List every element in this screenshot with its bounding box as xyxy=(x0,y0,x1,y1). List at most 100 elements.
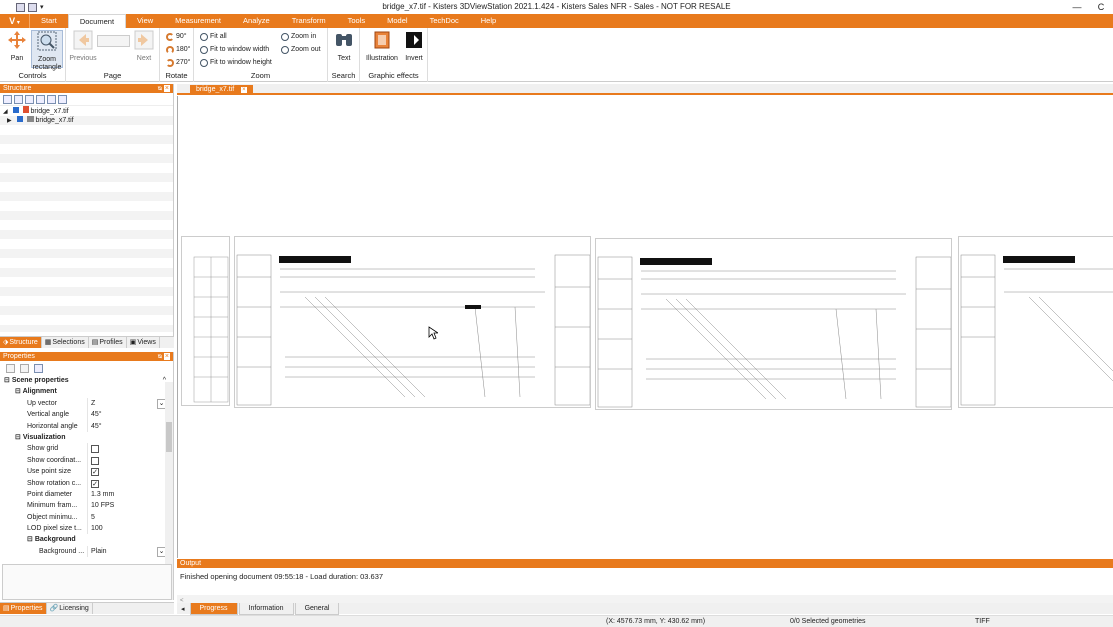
tab-licensing[interactable]: 🔗 Licensing xyxy=(47,603,93,614)
minimize-button[interactable]: — xyxy=(1065,0,1089,14)
property-object-minimum[interactable]: Object minimu... 5 xyxy=(0,511,166,524)
background-label: Background xyxy=(34,536,76,544)
tree-expand-icon[interactable]: ▶ xyxy=(7,118,12,124)
tree-item[interactable]: ◢ bridge_x7.tif xyxy=(0,106,173,116)
tab-progress[interactable]: Progress xyxy=(189,602,238,615)
fit-height-label: Fit to window height xyxy=(210,59,272,66)
property-background[interactable]: Background ... Plain ⌄ xyxy=(0,545,166,558)
collapse-icon[interactable]: ⊟ xyxy=(27,536,33,543)
object-minimum-value[interactable]: 5 xyxy=(87,511,166,524)
menu-document[interactable]: Document xyxy=(67,14,127,28)
app-menu-button[interactable]: V ▾ xyxy=(0,14,30,28)
tab-properties[interactable]: ▤ Properties xyxy=(0,603,47,614)
property-up-vector[interactable]: Up vector Z ⌄ xyxy=(0,397,166,410)
zoom-rectangle-button[interactable]: Zoom rectangle xyxy=(31,30,63,71)
expand-icon[interactable] xyxy=(25,95,34,104)
collapse-icon[interactable]: ⊟ xyxy=(4,377,10,384)
checkbox-icon[interactable] xyxy=(12,107,19,113)
tab-structure[interactable]: ⬗ Structure xyxy=(0,337,42,348)
fit-all-button[interactable]: Fit all xyxy=(200,31,227,42)
tab-menu-icon[interactable]: ◂ xyxy=(177,605,189,613)
filter-icon[interactable] xyxy=(58,95,67,104)
tab-profiles[interactable]: ▤ Profiles xyxy=(89,337,127,348)
tab-views[interactable]: ▣ Views xyxy=(127,337,160,348)
fit-height-button[interactable]: Fit to window height xyxy=(200,57,272,68)
illustration-button[interactable]: Illustration xyxy=(363,30,401,63)
next-label: Next xyxy=(136,55,152,62)
collapse-icon[interactable]: ⊟ xyxy=(15,434,21,441)
show-rotation-checkbox[interactable]: ✓ xyxy=(91,479,99,488)
rotate-90-button[interactable]: 90° xyxy=(166,31,187,42)
property-horizontal-angle[interactable]: Horizontal angle 45° xyxy=(0,420,166,432)
close-icon[interactable]: × xyxy=(163,85,170,92)
document-tab[interactable]: bridge_x7.tif × xyxy=(190,85,253,95)
menu-view[interactable]: View xyxy=(126,14,164,28)
point-diameter-value[interactable]: 1.3 mm xyxy=(87,488,166,501)
expand-all-icon[interactable] xyxy=(3,95,12,104)
reset-icon[interactable] xyxy=(6,364,15,373)
up-vector-value[interactable]: Z ⌄ xyxy=(87,397,166,410)
fit-width-button[interactable]: Fit to window width xyxy=(200,44,269,55)
show-coordinates-checkbox[interactable] xyxy=(91,456,99,465)
background-type-value[interactable]: Plain ⌄ xyxy=(87,545,166,558)
section-scene-properties[interactable]: ⊟ Scene properties ^ xyxy=(0,375,166,386)
close-button[interactable]: C xyxy=(1089,0,1113,14)
property-show-coordinates[interactable]: Show coordinat... xyxy=(0,454,166,467)
rotate-180-button[interactable]: 180° xyxy=(166,44,190,55)
menu-analyze[interactable]: Analyze xyxy=(232,14,281,28)
menu-techdoc[interactable]: TechDoc xyxy=(419,14,470,28)
property-point-diameter[interactable]: Point diameter 1.3 mm xyxy=(0,488,166,501)
rotate-270-button[interactable]: 270° xyxy=(166,57,190,68)
use-point-size-checkbox[interactable]: ✓ xyxy=(91,468,99,477)
tree-item[interactable]: ▶ bridge_x7.tif xyxy=(0,115,173,125)
zoom-out-button[interactable]: Zoom out xyxy=(281,44,321,55)
checkbox-icon[interactable] xyxy=(16,115,23,122)
pan-button[interactable]: Pan xyxy=(4,30,30,63)
property-minimum-frame[interactable]: Minimum fram... 10 FPS xyxy=(0,500,166,512)
previous-page-button[interactable]: Previous xyxy=(68,30,98,63)
vertical-angle-value[interactable]: 45° xyxy=(87,409,166,421)
show-grid-checkbox[interactable] xyxy=(91,445,99,454)
search-text-button[interactable]: Text xyxy=(331,30,357,63)
property-lod-pixel-size[interactable]: LOD pixel size t... 100 xyxy=(0,523,166,535)
menu-tools[interactable]: Tools xyxy=(337,14,377,28)
menu-help[interactable]: Help xyxy=(470,14,507,28)
menu-transform[interactable]: Transform xyxy=(281,14,337,28)
pin-icon[interactable]: ᴓ xyxy=(158,85,162,92)
property-show-rotation[interactable]: Show rotation c... ✓ xyxy=(0,477,166,489)
menu-start[interactable]: Start xyxy=(30,14,68,28)
tab-information[interactable]: Information xyxy=(238,602,294,615)
tab-selections[interactable]: ▦ Selections xyxy=(42,337,89,348)
collapse-all-icon[interactable] xyxy=(14,95,23,104)
tab-general[interactable]: General xyxy=(294,602,340,615)
apply-icon[interactable] xyxy=(34,364,43,373)
category-alignment[interactable]: ⊟ Alignment xyxy=(0,386,166,397)
collapse-icon[interactable]: ⊟ xyxy=(15,388,21,395)
invert-button[interactable]: Invert xyxy=(401,30,427,63)
binoculars-icon xyxy=(336,34,352,46)
category-visualization[interactable]: ⊟ Visualization xyxy=(0,432,166,443)
page-number-input[interactable] xyxy=(97,35,130,47)
next-page-button[interactable]: Next xyxy=(131,30,157,63)
tree-collapse-icon[interactable]: ◢ xyxy=(3,109,8,115)
pin-icon[interactable]: ᴓ xyxy=(158,353,162,360)
expand-level-icon[interactable] xyxy=(47,95,56,104)
zoom-in-button[interactable]: Zoom in xyxy=(281,31,316,42)
copy-icon[interactable] xyxy=(20,364,29,373)
document-viewport[interactable] xyxy=(177,96,1113,558)
collapse-icon[interactable] xyxy=(36,95,45,104)
zoom-in-label: Zoom in xyxy=(291,33,317,40)
menu-model[interactable]: Model xyxy=(376,14,418,28)
property-vertical-angle[interactable]: Vertical angle 45° xyxy=(0,409,166,421)
category-background[interactable]: ⊟ Background xyxy=(0,534,166,545)
close-icon[interactable]: × xyxy=(163,353,170,360)
property-use-point-size[interactable]: Use point size ✓ xyxy=(0,466,166,478)
close-tab-icon[interactable]: × xyxy=(241,87,247,93)
minimum-frame-value[interactable]: 10 FPS xyxy=(87,500,166,512)
lod-pixel-size-value[interactable]: 100 xyxy=(87,523,166,535)
property-show-grid[interactable]: Show grid xyxy=(0,443,166,455)
scrollbar-thumb[interactable] xyxy=(166,422,172,452)
empty-row xyxy=(0,239,173,249)
horizontal-angle-value[interactable]: 45° xyxy=(87,420,166,432)
menu-measurement[interactable]: Measurement xyxy=(164,14,232,28)
